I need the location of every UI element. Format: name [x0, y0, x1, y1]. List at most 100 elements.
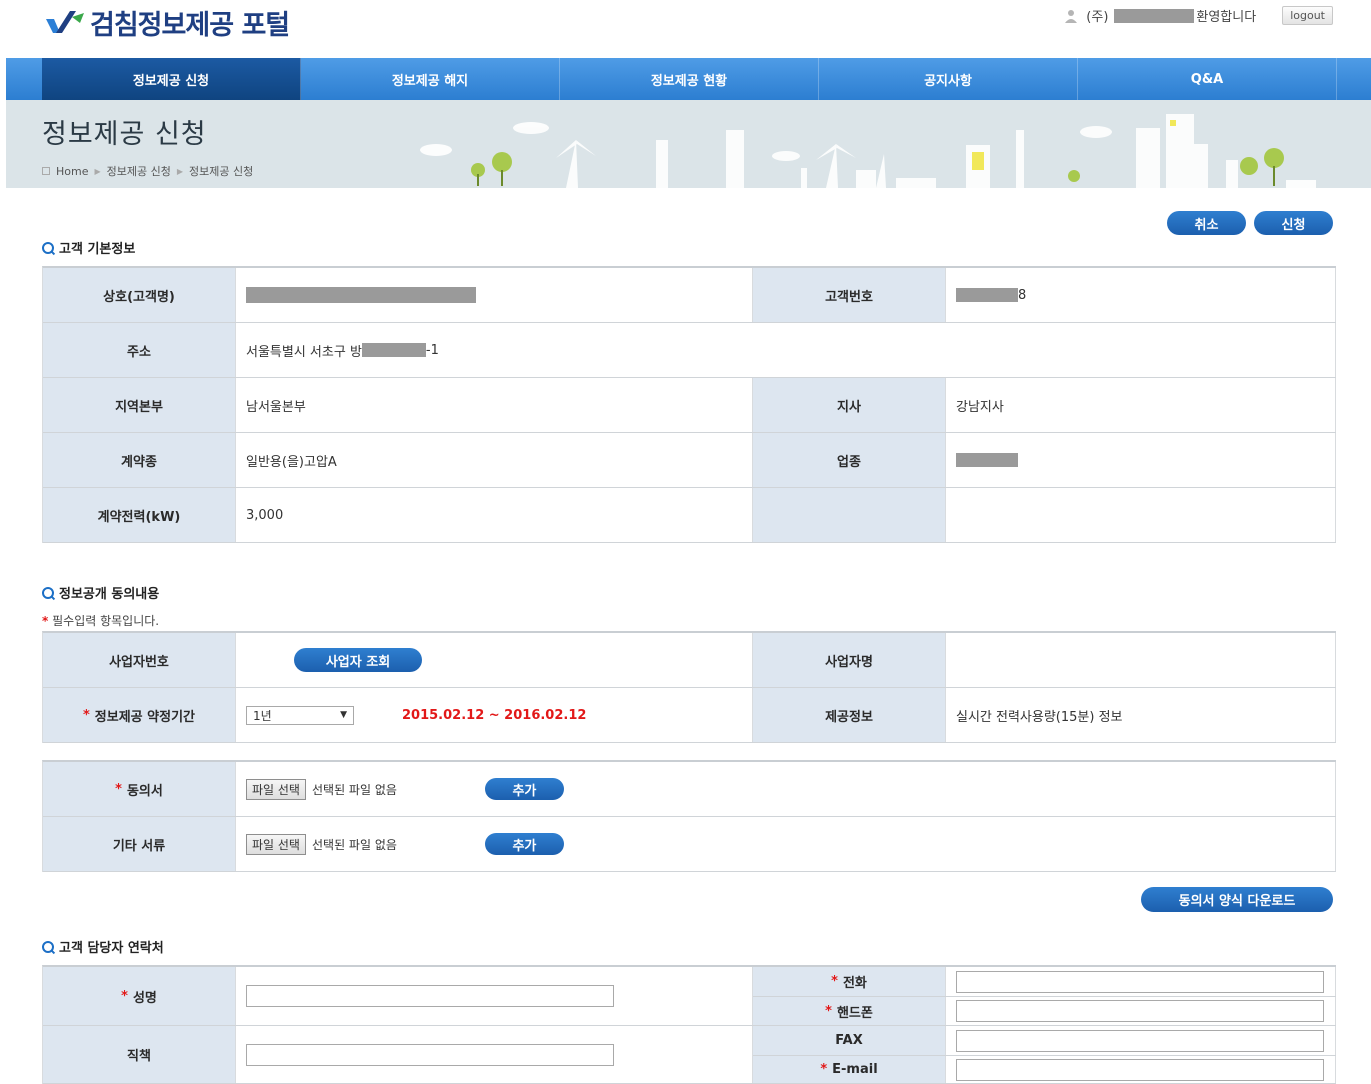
- industry-label: 업종: [753, 433, 946, 487]
- page-title: 정보제공 신청: [42, 119, 207, 150]
- biz-number-label: 사업자번호: [43, 633, 236, 687]
- period-label-text: 정보제공 약정기간: [94, 709, 196, 725]
- industry-value: [946, 433, 1336, 487]
- required-mark: *: [820, 1062, 828, 1077]
- dropdown-arrow-icon: ▼: [340, 710, 347, 720]
- required-mark: *: [825, 1003, 832, 1019]
- other-docs-file-button[interactable]: 파일 선택: [246, 833, 306, 855]
- address-label: 주소: [43, 323, 236, 377]
- biz-number-value: 사업자 조회: [236, 633, 753, 687]
- phone-label: * 전화: [753, 967, 946, 996]
- consent-add-button[interactable]: 추가: [484, 778, 564, 800]
- branch-value: 강남지사: [946, 378, 1336, 432]
- nav-item-cancel[interactable]: 정보제공 해지: [301, 58, 560, 100]
- section-title-customer-text: 고객 기본정보: [59, 242, 136, 257]
- breadcrumb-level1[interactable]: 정보제공 신청: [107, 163, 171, 179]
- table-row: 계약전력(kW) 3,000: [43, 488, 1336, 543]
- customer-number-label: 고객번호: [753, 268, 946, 322]
- cancel-button[interactable]: 취소: [1167, 211, 1246, 235]
- nav-item-apply[interactable]: 정보제공 신청: [42, 58, 301, 100]
- submit-button[interactable]: 신청: [1254, 211, 1333, 235]
- nav-item-status[interactable]: 정보제공 현황: [560, 58, 819, 100]
- section-title-consent: 정보공개 동의내용: [42, 583, 159, 602]
- user-icon: [1065, 9, 1078, 23]
- period-value: 1년 ▼ 2015.02.12 ~ 2016.02.12: [236, 688, 753, 742]
- mobile-input[interactable]: [956, 1000, 1324, 1022]
- contract-power-label: 계약전력(kW): [43, 488, 236, 542]
- city-skyline-illustration: [420, 114, 1316, 188]
- consent-table: 사업자번호 사업자 조회 사업자명 * 정보제공 약정기간 1년 ▼ 2015.…: [42, 631, 1336, 743]
- breadcrumb-separator-icon: ▶: [94, 166, 101, 176]
- fax-label: FAX: [753, 1026, 946, 1055]
- consent-file-button[interactable]: 파일 선택: [246, 778, 306, 800]
- redacted-customer-name: [246, 287, 476, 303]
- contact-name-input[interactable]: [246, 985, 614, 1007]
- contact-name-label: * 성명: [43, 967, 236, 1025]
- table-row: FAX: [753, 1026, 1336, 1056]
- download-consent-form-button[interactable]: 동의서 양식 다운로드: [1141, 887, 1333, 912]
- contract-power-value: 3,000: [236, 488, 753, 542]
- contact-name-label-text: 성명: [132, 990, 157, 1006]
- phone-label-text: 전화: [842, 976, 867, 991]
- attachment-table: * 동의서 파일 선택 선택된 파일 없음 추가 기타 서류 파일 선택 선택된…: [42, 760, 1336, 872]
- section-title-consent-text: 정보공개 동의내용: [59, 587, 160, 602]
- form-actions: 취소 신청: [1167, 211, 1333, 235]
- page-banner: 정보제공 신청 Home ▶ 정보제공 신청 ▶ 정보제공 신청: [6, 100, 1371, 188]
- email-input[interactable]: [956, 1058, 1324, 1081]
- contact-position-cell: [236, 1026, 753, 1083]
- contact-position-label: 직책: [43, 1026, 236, 1083]
- table-row: * 정보제공 약정기간 1년 ▼ 2015.02.12 ~ 2016.02.12…: [43, 688, 1336, 743]
- search-bullet-icon: [42, 940, 54, 953]
- biz-name-label: 사업자명: [753, 633, 946, 687]
- section-title-contact: 고객 담당자 연락처: [42, 937, 164, 956]
- mobile-label: * 핸드폰: [753, 997, 946, 1025]
- phone-input[interactable]: [956, 970, 1324, 993]
- consent-form-value: 파일 선택 선택된 파일 없음 추가: [236, 762, 1336, 816]
- address-suffix: -1: [425, 342, 439, 358]
- other-docs-label: 기타 서류: [43, 817, 236, 871]
- region-value: 남서울본부: [236, 378, 753, 432]
- address-value: 서울특별시 서초구 방 -1: [236, 323, 1336, 377]
- breadcrumb-level2: 정보제공 신청: [189, 165, 254, 178]
- logo-text: 검침정보제공 포털: [90, 9, 290, 41]
- other-docs-add-button[interactable]: 추가: [484, 833, 564, 855]
- table-row: * 전화: [753, 967, 1336, 997]
- table-row: 주소 서울특별시 서초구 방 -1: [43, 323, 1336, 378]
- required-mark: *: [115, 781, 122, 797]
- contact-position-input[interactable]: [246, 1043, 614, 1066]
- contract-type-label: 계약종: [43, 433, 236, 487]
- consent-file-status: 선택된 파일 없음: [311, 782, 397, 797]
- period-select[interactable]: 1년 ▼: [246, 705, 354, 725]
- required-mark: *: [831, 974, 838, 989]
- logo[interactable]: 검침정보제공 포털: [44, 2, 290, 42]
- required-mark: *: [121, 988, 128, 1004]
- breadcrumb-separator-icon: ▶: [176, 166, 184, 176]
- biz-lookup-button[interactable]: 사업자 조회: [294, 648, 422, 672]
- required-note-text: 필수입력 항목입니다.: [52, 614, 160, 628]
- nav-item-qna[interactable]: Q&A: [1078, 58, 1337, 100]
- region-label: 지역본부: [43, 378, 236, 432]
- page: 검침정보제공 포털 (주) 환영합니다 logout 정보제공 신청 정보제공 …: [0, 0, 1371, 1084]
- mobile-cell: [946, 997, 1336, 1025]
- phone-cell: [946, 967, 1336, 996]
- consent-form-label-text: 동의서: [126, 783, 163, 799]
- customer-number-value: 8: [946, 268, 1336, 322]
- logout-button[interactable]: logout: [1282, 6, 1333, 25]
- table-row: 지역본부 남서울본부 지사 강남지사: [43, 378, 1336, 433]
- customer-number-suffix: 8: [1018, 287, 1027, 303]
- customer-name-label: 상호(고객명): [43, 268, 236, 322]
- table-row: * 핸드폰: [753, 997, 1336, 1026]
- required-note: * 필수입력 항목입니다.: [42, 612, 159, 629]
- logo-mark-icon: [46, 11, 84, 33]
- nav-item-notice[interactable]: 공지사항: [819, 58, 1078, 100]
- customer-info-table: 상호(고객명) 고객번호 8 주소 서울특별시 서초구 방 -1 지역본부 남서…: [42, 266, 1336, 543]
- breadcrumb-home[interactable]: Home: [56, 165, 88, 178]
- fax-cell: [946, 1026, 1336, 1055]
- mobile-label-text: 핸드폰: [836, 1005, 873, 1021]
- fax-input[interactable]: [956, 1029, 1324, 1052]
- welcome-suffix: 환영합니다: [1196, 10, 1257, 25]
- search-bullet-icon: [42, 241, 54, 254]
- required-mark: *: [42, 614, 49, 628]
- home-icon: [42, 167, 50, 175]
- contract-type-value: 일반용(을)고압A: [236, 433, 753, 487]
